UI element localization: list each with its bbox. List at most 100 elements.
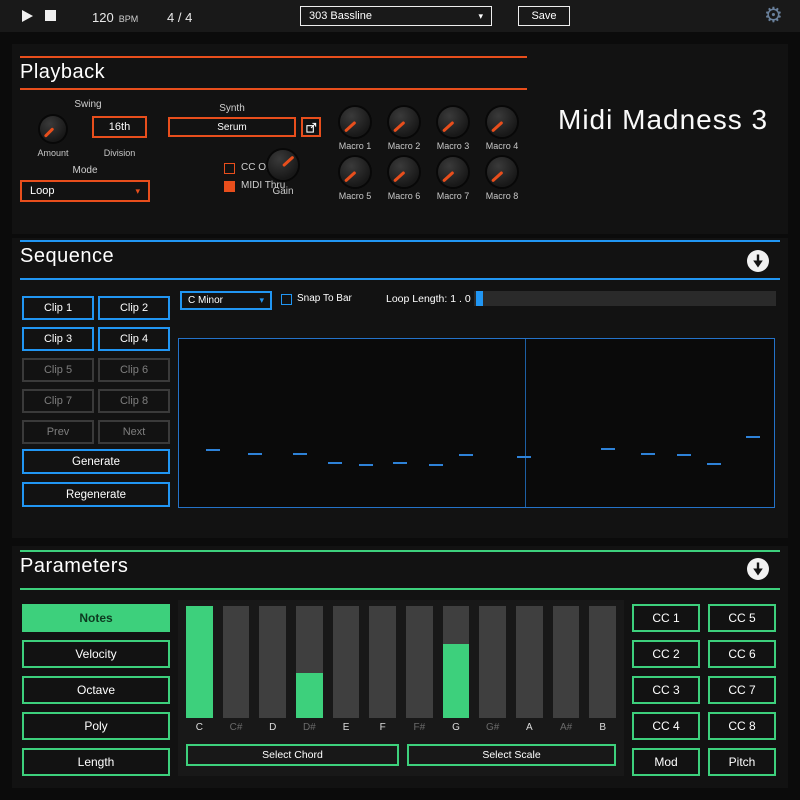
play-icon[interactable] — [22, 10, 33, 22]
parameters-divider-bottom — [20, 588, 780, 590]
gear-icon[interactable]: ⚙ — [764, 3, 783, 29]
midi-note[interactable] — [293, 453, 307, 455]
mode-label: Mode — [58, 165, 112, 176]
mode-select[interactable]: Loop ▾ — [20, 180, 150, 202]
cc-6-button[interactable]: CC 6 — [708, 640, 776, 668]
select-chord-button[interactable]: Select Chord — [186, 744, 399, 766]
midi-thru-checkbox[interactable] — [224, 181, 235, 192]
midi-note[interactable] — [459, 454, 473, 456]
midi-note[interactable] — [248, 453, 262, 455]
tab-notes[interactable]: Notes — [22, 604, 170, 632]
note-bar-d[interactable] — [259, 606, 286, 718]
midi-note[interactable] — [601, 448, 615, 450]
clip-4-button[interactable]: Clip 4 — [98, 327, 170, 351]
note-bar-as[interactable] — [553, 606, 580, 718]
clip-5-button[interactable]: Clip 5 — [22, 358, 94, 382]
chevron-down-icon: ▾ — [478, 12, 483, 21]
gain-knob[interactable] — [268, 150, 298, 180]
macro-5-label: Macro 5 — [331, 191, 379, 201]
cc-5-button[interactable]: CC 5 — [708, 604, 776, 632]
macro-8-knob[interactable] — [487, 157, 517, 187]
note-bar-gs[interactable] — [479, 606, 506, 718]
slider-handle[interactable] — [476, 291, 483, 306]
note-bar-f[interactable] — [369, 606, 396, 718]
midi-note[interactable] — [707, 463, 721, 465]
tab-octave[interactable]: Octave — [22, 676, 170, 704]
cc-4-button[interactable]: CC 4 — [632, 712, 700, 740]
note-bar-e[interactable] — [333, 606, 360, 718]
macro-2-knob[interactable] — [389, 107, 419, 137]
select-scale-button[interactable]: Select Scale — [407, 744, 616, 766]
snap-to-bar-checkbox[interactable] — [281, 294, 292, 305]
midi-note[interactable] — [517, 456, 531, 458]
clip-1-button[interactable]: Clip 1 — [22, 296, 94, 320]
clip-8-button[interactable]: Clip 8 — [98, 389, 170, 413]
note-bar-cs[interactable] — [223, 606, 250, 718]
macro-5-knob[interactable] — [340, 157, 370, 187]
midi-note[interactable] — [393, 462, 407, 464]
note-bar-a[interactable] — [516, 606, 543, 718]
tab-length[interactable]: Length — [22, 748, 170, 776]
tab-poly[interactable]: Poly — [22, 712, 170, 740]
note-label-a: A — [516, 722, 543, 733]
macro-6-knob[interactable] — [389, 157, 419, 187]
midi-note[interactable] — [206, 449, 220, 451]
pitch-button[interactable]: Pitch — [708, 748, 776, 776]
midi-note[interactable] — [677, 454, 691, 456]
midi-note[interactable] — [746, 436, 760, 438]
note-label-fs: F# — [406, 722, 433, 733]
stop-icon[interactable] — [45, 10, 56, 21]
save-button[interactable]: Save — [518, 6, 570, 26]
popout-icon — [306, 122, 317, 133]
macro-4-label: Macro 4 — [478, 141, 526, 151]
midi-note[interactable] — [641, 453, 655, 455]
note-bar-fs[interactable] — [406, 606, 433, 718]
next-button[interactable]: Next — [98, 420, 170, 444]
macro-3-knob[interactable] — [438, 107, 468, 137]
macro-7-knob[interactable] — [438, 157, 468, 187]
macro-1-knob[interactable] — [340, 107, 370, 137]
note-bar-ds[interactable] — [296, 606, 323, 718]
cc-7-button[interactable]: CC 7 — [708, 676, 776, 704]
cc-only-checkbox[interactable] — [224, 163, 235, 174]
popout-button[interactable] — [301, 117, 321, 137]
note-label-f: F — [369, 722, 396, 733]
loop-length-slider[interactable] — [474, 291, 776, 306]
cc-8-button[interactable]: CC 8 — [708, 712, 776, 740]
clip-7-button[interactable]: Clip 7 — [22, 389, 94, 413]
prev-button[interactable]: Prev — [22, 420, 94, 444]
macro-4-knob[interactable] — [487, 107, 517, 137]
division-value-box[interactable]: 16th — [92, 116, 147, 138]
playback-panel — [12, 44, 788, 234]
collapse-sequence-button[interactable] — [746, 249, 770, 273]
tab-velocity[interactable]: Velocity — [22, 640, 170, 668]
amount-knob[interactable] — [40, 116, 66, 142]
collapse-parameters-button[interactable] — [746, 557, 770, 581]
midi-note[interactable] — [328, 462, 342, 464]
key-select[interactable]: C Minor ▾ — [180, 291, 272, 310]
cc-2-button[interactable]: CC 2 — [632, 640, 700, 668]
generate-button[interactable]: Generate — [22, 449, 170, 474]
clip-2-button[interactable]: Clip 2 — [98, 296, 170, 320]
mod-button[interactable]: Mod — [632, 748, 700, 776]
piano-roll[interactable] — [178, 338, 775, 508]
midi-note[interactable] — [359, 464, 373, 466]
note-bar-g[interactable] — [443, 606, 470, 718]
preset-select[interactable]: 303 Bassline ▾ — [300, 6, 492, 26]
clip-3-button[interactable]: Clip 3 — [22, 327, 94, 351]
midi-note[interactable] — [429, 464, 443, 466]
cc-1-button[interactable]: CC 1 — [632, 604, 700, 632]
time-signature[interactable]: 4 / 4 — [167, 10, 192, 25]
bpm-display[interactable]: 120 BPM — [92, 0, 138, 32]
playback-divider-top — [20, 56, 527, 58]
macro-6-label: Macro 6 — [380, 191, 428, 201]
clip-6-button[interactable]: Clip 6 — [98, 358, 170, 382]
knob-needle — [393, 121, 405, 132]
note-label-ds: D# — [296, 722, 323, 733]
note-bar-c[interactable] — [186, 606, 213, 718]
note-bar-b[interactable] — [589, 606, 616, 718]
synth-select[interactable]: Serum — [168, 117, 296, 137]
regenerate-button[interactable]: Regenerate — [22, 482, 170, 507]
cc-3-button[interactable]: CC 3 — [632, 676, 700, 704]
note-label-d: D — [259, 722, 286, 733]
